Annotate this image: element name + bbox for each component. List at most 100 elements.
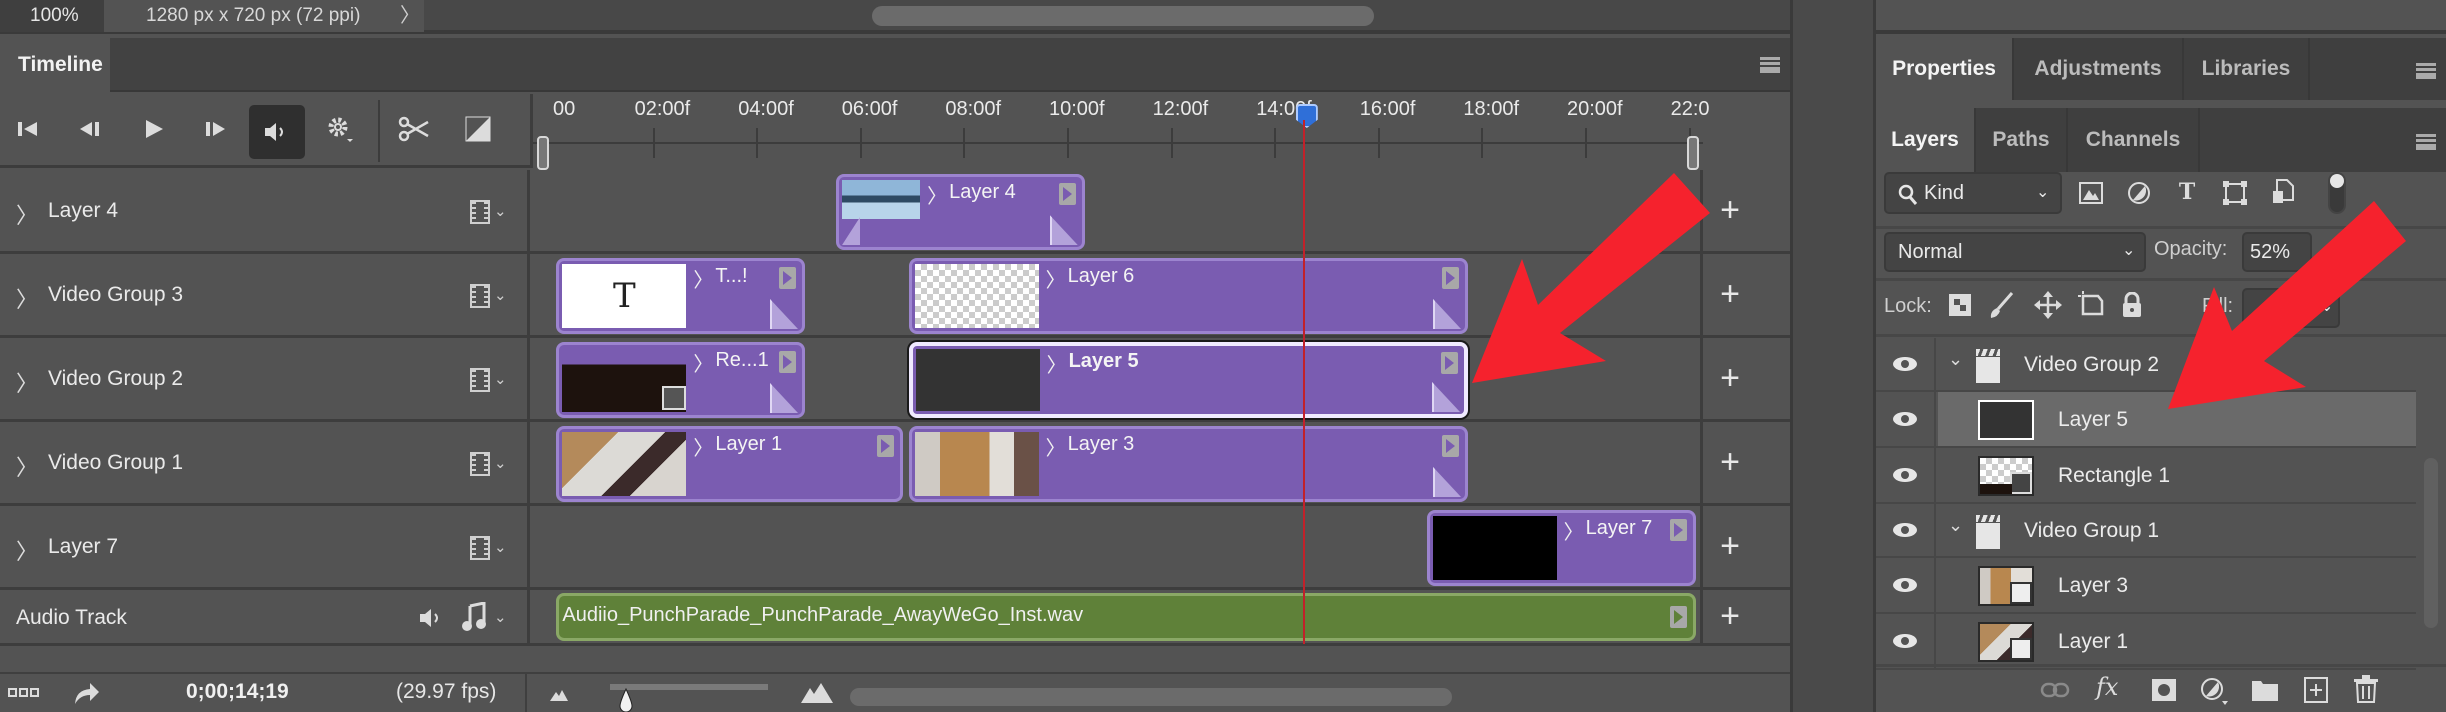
tab-libraries[interactable]: Libraries <box>2184 38 2310 100</box>
panel-menu-icon[interactable] <box>1760 57 1780 73</box>
new-group-folder-icon[interactable] <box>2252 679 2278 701</box>
speaker-icon[interactable] <box>418 607 444 634</box>
filter-shape-layers-button[interactable] <box>2222 180 2248 206</box>
blend-mode-select[interactable]: Normal ⌄ <box>1884 232 2146 272</box>
clip-options-icon[interactable] <box>1442 267 1460 289</box>
tab-properties[interactable]: Properties <box>1876 38 2014 100</box>
layer-filter-kind-select[interactable]: Kind ⌄ <box>1884 172 2062 214</box>
clip-options-icon[interactable] <box>1669 606 1687 628</box>
video-clip[interactable]: 〉 Layer 1 <box>556 426 904 502</box>
layer-row[interactable]: Rectangle 1 <box>1876 448 2416 504</box>
expand-chevron-icon[interactable]: 〉 <box>16 366 38 398</box>
track-header[interactable]: 〉 Video Group 1 ⌄ <box>0 422 530 503</box>
expand-chevron-icon[interactable]: 〉 <box>16 282 38 314</box>
track-header[interactable]: 〉 Video Group 2 ⌄ <box>0 338 530 419</box>
clip-options-icon[interactable] <box>778 351 796 373</box>
expand-chevron-icon[interactable]: ⌄ <box>1948 349 1963 370</box>
layer-style-fx-icon[interactable]: fx <box>2096 673 2118 701</box>
filter-toggle-switch[interactable] <box>2328 172 2346 214</box>
layer-row[interactable]: ⌄ Video Group 1 <box>1876 504 2416 558</box>
clip-options-icon[interactable] <box>1441 352 1459 374</box>
film-strip-icon[interactable] <box>470 452 490 476</box>
chevron-down-icon[interactable]: ⌄ <box>494 286 507 304</box>
clip-options-icon[interactable] <box>1669 519 1687 541</box>
add-media-button[interactable]: + <box>1700 170 1757 251</box>
zoom-out-mountain-icon[interactable] <box>548 688 570 702</box>
filter-smart-objects-button[interactable] <box>2270 178 2296 206</box>
film-strip-icon[interactable] <box>470 368 490 392</box>
current-timecode[interactable]: 0;00;14;19 <box>186 680 289 704</box>
expand-chevron-icon[interactable]: 〉 <box>16 450 38 482</box>
video-clip[interactable]: 〉 Layer 3 <box>908 426 1469 502</box>
play-button[interactable] <box>134 109 174 149</box>
fade-out-handle-icon[interactable] <box>1433 467 1462 497</box>
expand-chevron-icon[interactable]: 〉 <box>16 198 38 230</box>
delete-layer-trash-icon[interactable] <box>2354 675 2378 703</box>
video-clip[interactable]: 〉 Layer 4 <box>836 174 1085 250</box>
fade-in-handle-icon[interactable] <box>842 217 861 245</box>
track-header[interactable]: 〉 Video Group 3 ⌄ <box>0 254 530 335</box>
visibility-toggle[interactable] <box>1876 504 1936 556</box>
settings-button[interactable] <box>320 109 360 149</box>
video-clip[interactable]: 〉 Layer 7 <box>1426 510 1696 586</box>
add-media-button[interactable]: + <box>1700 254 1757 335</box>
add-mask-icon[interactable] <box>2152 679 2176 701</box>
fill-input[interactable]: ⌄ <box>2242 288 2340 328</box>
fade-out-handle-icon[interactable] <box>1049 215 1078 245</box>
work-area-start-handle[interactable] <box>537 136 549 170</box>
expand-chevron-icon[interactable]: 〉 <box>16 534 38 566</box>
work-area-end-handle[interactable] <box>1687 136 1699 170</box>
clip-options-icon[interactable] <box>778 267 796 289</box>
clip-expand-chevron-icon[interactable]: 〉 <box>1564 516 1584 545</box>
filter-pixel-layers-button[interactable] <box>2078 180 2104 206</box>
lock-image-pixels-button[interactable] <box>1988 290 2014 320</box>
clip-options-icon[interactable] <box>1442 435 1460 457</box>
audio-clip[interactable]: Audiio_PunchParade_PunchParade_AwayWeGo_… <box>556 593 1696 641</box>
clip-options-icon[interactable] <box>1058 183 1076 205</box>
layer-row[interactable]: Layer 3 <box>1876 558 2416 614</box>
time-ruler[interactable]: 00 02:00f 04:00f 06:00f 08:00f 10:00f 12:00f 14… <box>530 94 1710 170</box>
frame-animation-toggle-icon[interactable] <box>8 688 39 697</box>
tab-timeline[interactable]: Timeline <box>0 38 110 92</box>
lock-transparent-pixels-button[interactable] <box>1948 293 1972 317</box>
split-button[interactable] <box>394 109 434 149</box>
tab-adjustments[interactable]: Adjustments <box>2014 38 2184 100</box>
clip-expand-chevron-icon[interactable]: 〉 <box>1046 264 1066 293</box>
zoom-in-mountain-icon[interactable] <box>800 682 834 704</box>
add-audio-button[interactable]: + <box>1700 590 1757 643</box>
add-media-button[interactable]: + <box>1700 506 1757 587</box>
layers-scrollbar[interactable] <box>2424 458 2438 628</box>
clip-expand-chevron-icon[interactable]: 〉 <box>693 264 713 293</box>
video-clip[interactable]: T 〉 T...! <box>556 258 805 334</box>
lock-all-button[interactable] <box>2120 290 2144 320</box>
filter-adjustment-layers-button[interactable] <box>2126 180 2152 206</box>
document-info[interactable]: 1280 px x 720 px (72 ppi) <box>104 0 424 32</box>
clip-expand-chevron-icon[interactable]: 〉 <box>693 348 713 377</box>
fade-out-handle-icon[interactable] <box>769 383 798 413</box>
track-header[interactable]: 〉 Layer 4 ⌄ <box>0 170 530 251</box>
visibility-toggle[interactable] <box>1876 338 1936 390</box>
zoom-slider-thumb[interactable] <box>616 687 636 712</box>
panel-menu-icon[interactable] <box>2416 134 2436 150</box>
clip-expand-chevron-icon[interactable]: 〉 <box>1047 349 1067 378</box>
horizontal-scrollbar[interactable] <box>872 6 1374 26</box>
go-to-first-frame-button[interactable] <box>8 109 48 149</box>
lock-position-button[interactable] <box>2034 290 2062 320</box>
lock-artboard-button[interactable] <box>2078 290 2106 320</box>
tab-layers[interactable]: Layers <box>1876 108 1976 172</box>
film-strip-icon[interactable] <box>470 284 490 308</box>
visibility-toggle[interactable] <box>1876 392 1936 446</box>
render-video-icon[interactable] <box>72 680 100 706</box>
timeline-horizontal-scrollbar[interactable] <box>850 688 1452 706</box>
document-info-arrow-icon[interactable]: 〉 <box>400 0 420 32</box>
chevron-down-icon[interactable]: ⌄ <box>494 370 507 388</box>
clip-options-icon[interactable] <box>877 435 895 457</box>
next-frame-button[interactable] <box>196 109 236 149</box>
new-layer-icon[interactable] <box>2304 677 2328 703</box>
music-note-icon[interactable] <box>462 601 486 637</box>
add-media-button[interactable]: + <box>1700 422 1757 503</box>
filter-type-layers-button[interactable]: T <box>2174 178 2200 206</box>
layer-row[interactable]: ⌄ Video Group 2 <box>1876 338 2416 392</box>
tab-channels[interactable]: Channels <box>2068 108 2200 172</box>
tab-paths[interactable]: Paths <box>1976 108 2068 172</box>
